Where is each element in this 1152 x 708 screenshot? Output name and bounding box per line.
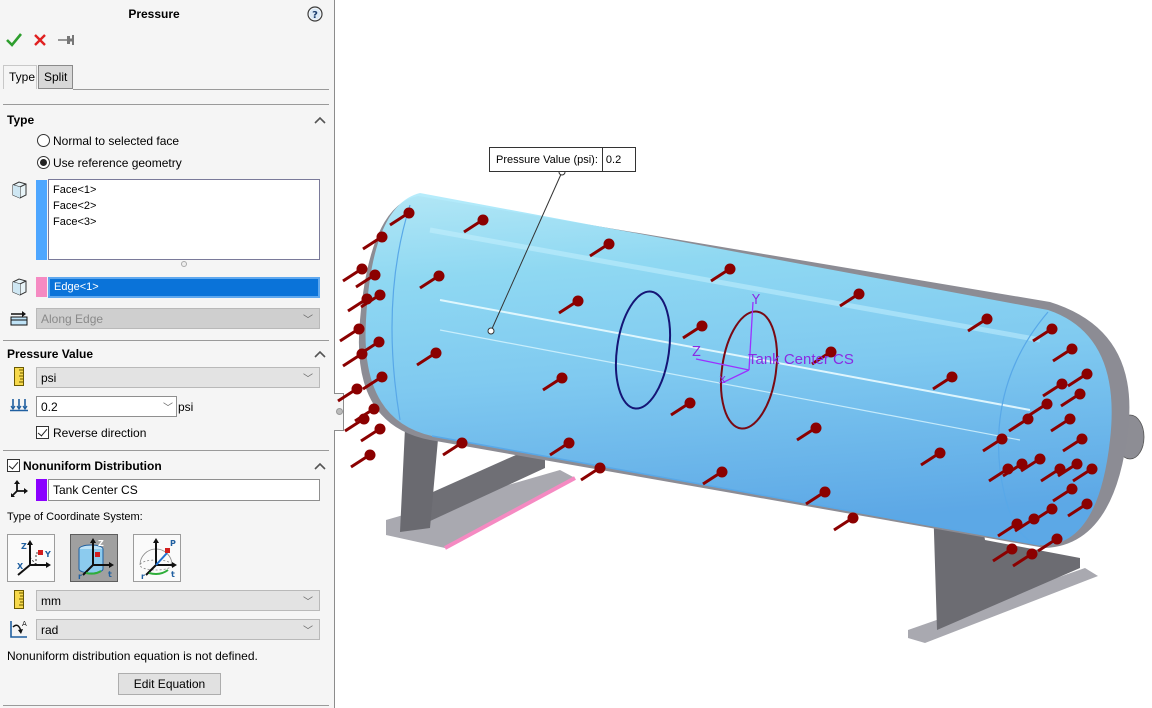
pressure-arrow-head <box>946 371 958 383</box>
pressure-arrow-head <box>1016 458 1028 470</box>
pressure-arrow-head <box>376 371 388 383</box>
pressure-arrow-head <box>351 383 363 395</box>
pressure-arrow-head <box>456 437 468 449</box>
pressure-arrow-head <box>369 269 381 281</box>
pressure-arrow-head <box>1046 503 1058 515</box>
pressure-arrow-head <box>374 423 386 435</box>
pressure-arrow-head <box>403 207 415 219</box>
pressure-arrow-head <box>1081 498 1093 510</box>
pressure-arrow-head <box>1071 458 1083 470</box>
pressure-arrow-head <box>1002 463 1014 475</box>
pressure-arrow-head <box>1086 463 1098 475</box>
cs-label: Tank Center CS <box>748 351 854 368</box>
pressure-arrow-head <box>603 238 615 250</box>
y-axis-label: Y <box>751 293 760 308</box>
pressure-arrow-head <box>934 447 946 459</box>
pressure-arrow-head <box>572 295 584 307</box>
pressure-arrow-head <box>430 347 442 359</box>
pressure-arrow-head <box>556 372 568 384</box>
x-axis-label: X <box>719 375 726 386</box>
pressure-arrow-head <box>1081 368 1093 380</box>
pressure-arrow-head <box>684 397 696 409</box>
pressure-arrow-head <box>1074 388 1086 400</box>
pressure-arrow-head <box>1064 413 1076 425</box>
pressure-arrow-head <box>1056 378 1068 390</box>
pressure-arrow-head <box>1011 518 1023 530</box>
pressure-arrow-head <box>1022 413 1034 425</box>
pressure-arrow-head <box>1066 343 1078 355</box>
pressure-arrow-head <box>563 437 575 449</box>
pressure-arrow-head <box>477 214 489 226</box>
pressure-value-callout[interactable]: Pressure Value (psi): 0.2 <box>489 147 637 172</box>
pressure-arrow-head <box>696 320 708 332</box>
pressure-arrow-head <box>373 336 385 348</box>
pressure-arrow-head <box>374 289 386 301</box>
pressure-arrow-head <box>1026 548 1038 560</box>
pressure-arrow-head <box>353 323 365 335</box>
pressure-arrow-head <box>1028 513 1040 525</box>
pressure-arrow-head <box>1041 398 1053 410</box>
pressure-arrow-head <box>996 433 1008 445</box>
pressure-arrow-head <box>716 466 728 478</box>
graphics-viewport[interactable]: Y Z X <box>0 0 1152 708</box>
pressure-arrow-head <box>1054 463 1066 475</box>
pressure-arrow-head <box>853 288 865 300</box>
pressure-arrow-head <box>433 270 445 282</box>
callout-value[interactable]: 0.2 <box>603 154 635 166</box>
pressure-arrow-head <box>594 462 606 474</box>
pressure-arrow-head <box>810 422 822 434</box>
pressure-arrow-head <box>1046 323 1058 335</box>
pressure-arrow-head <box>1051 533 1063 545</box>
callout-label: Pressure Value (psi): <box>490 148 603 171</box>
pressure-arrow-head <box>819 486 831 498</box>
pressure-arrow-head <box>368 403 380 415</box>
pressure-arrow-head <box>724 263 736 275</box>
pressure-arrow-head <box>1006 543 1018 555</box>
pressure-arrow-head <box>356 263 368 275</box>
z-axis-label: Z <box>692 345 701 360</box>
pressure-arrow-head <box>356 348 368 360</box>
pressure-arrow-head <box>361 293 373 305</box>
pressure-arrow-head <box>981 313 993 325</box>
pressure-arrow-head <box>364 449 376 461</box>
pressure-arrow-head <box>1034 453 1046 465</box>
pressure-arrow-head <box>376 231 388 243</box>
pressure-arrow-head <box>358 413 370 425</box>
pressure-arrow-head <box>1066 483 1078 495</box>
pressure-arrow-head <box>847 512 859 524</box>
pressure-arrow-head <box>1076 433 1088 445</box>
